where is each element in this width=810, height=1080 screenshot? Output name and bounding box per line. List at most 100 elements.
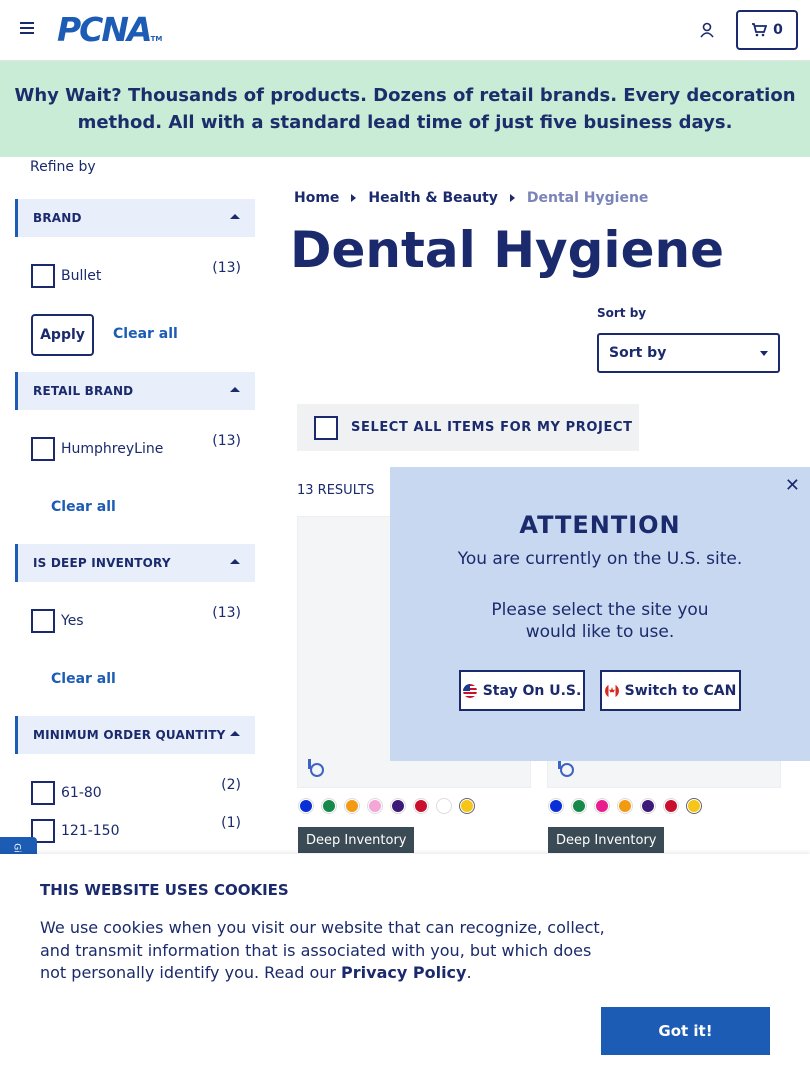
color-swatch[interactable] — [391, 799, 405, 813]
checkbox[interactable] — [31, 264, 55, 288]
menu-icon[interactable] — [20, 22, 36, 38]
color-swatch[interactable] — [345, 799, 359, 813]
stay-label: Stay On U.S. — [482, 682, 582, 699]
promo-text: Why Wait? Thousands of products. Dozens … — [14, 82, 796, 136]
facet-title: IS DEEP INVENTORY — [33, 556, 171, 570]
option-count: (13) — [212, 260, 241, 276]
option-count: (1) — [221, 815, 241, 831]
breadcrumb-current: Dental Hygiene — [526, 190, 649, 206]
breadcrumb-health-beauty[interactable]: Health & Beauty — [368, 190, 497, 206]
modal-title: ATTENTION — [519, 511, 681, 539]
pcna-logo[interactable]: PCNATM — [57, 13, 162, 55]
canada-flag-icon — [604, 683, 619, 698]
checkbox[interactable] — [31, 781, 55, 805]
cart-button[interactable]: 0 — [736, 10, 798, 50]
clear-all-link[interactable]: Clear all — [51, 671, 116, 687]
switch-to-can-button[interactable]: Switch to CAN — [600, 670, 741, 711]
chevron-right-icon — [351, 194, 357, 202]
facet-title: RETAIL BRAND — [33, 384, 134, 398]
switch-label: Switch to CAN — [624, 682, 737, 699]
cookie-banner: THIS WEBSITE USES COOKIES We use cookies… — [0, 854, 810, 1080]
sort-value: Sort by — [609, 345, 667, 361]
cookie-body: We use cookies when you visit our websit… — [40, 918, 605, 982]
option-label: HumphreyLine — [61, 441, 164, 457]
checkbox[interactable] — [31, 437, 55, 461]
clear-all-link[interactable]: Clear all — [51, 499, 116, 515]
promo-banner: Why Wait? Thousands of products. Dozens … — [0, 61, 810, 157]
select-all-items[interactable]: SELECT ALL ITEMS FOR MY PROJECT — [297, 404, 639, 451]
color-swatch[interactable] — [595, 799, 609, 813]
facet-option-humphreyline[interactable]: HumphreyLine (13) — [31, 433, 241, 461]
cookie-title: THIS WEBSITE USES COOKIES — [40, 881, 289, 899]
option-label: Yes — [61, 613, 84, 629]
cookie-period: . — [466, 963, 472, 982]
facet-option-121-150[interactable]: 121-150 (1) — [31, 815, 241, 843]
privacy-policy-link[interactable]: Privacy Policy — [341, 963, 466, 982]
facet-retail-brand-header[interactable]: RETAIL BRAND — [15, 372, 255, 410]
color-swatch[interactable] — [437, 799, 451, 813]
color-swatches — [299, 799, 474, 813]
modal-prompt: Please select the site you would like to… — [390, 599, 810, 643]
facet-option-bullet[interactable]: Bullet (13) — [31, 260, 241, 288]
stay-on-us-button[interactable]: Stay On U.S. — [459, 670, 585, 711]
color-swatch[interactable] — [641, 799, 655, 813]
modal-message: You are currently on the U.S. site. — [457, 549, 743, 569]
option-count: (13) — [212, 605, 241, 621]
option-count: (13) — [212, 433, 241, 449]
breadcrumb-home[interactable]: Home — [294, 190, 339, 206]
color-swatches — [549, 799, 701, 813]
sort-dropdown[interactable]: Sort by — [597, 333, 780, 373]
modal-prompt-line2: would like to use. — [525, 622, 675, 642]
color-swatch[interactable] — [368, 799, 382, 813]
facet-brand-header[interactable]: BRAND — [15, 199, 255, 237]
facet-deep-inventory-header[interactable]: IS DEEP INVENTORY — [15, 544, 255, 582]
facet-option-yes[interactable]: Yes (13) — [31, 605, 241, 633]
facet-option-61-80[interactable]: 61-80 (2) — [31, 777, 241, 805]
option-count: (2) — [221, 777, 241, 793]
checkbox[interactable] — [31, 609, 55, 633]
modal-prompt-line1: Please select the site you — [491, 600, 709, 620]
option-label: 61-80 — [61, 785, 102, 801]
sort-label: Sort by — [597, 306, 647, 320]
site-select-modal: ✕ ATTENTION You are currently on the U.S… — [390, 467, 810, 761]
site-header: PCNATM 0 — [0, 0, 810, 61]
select-all-checkbox[interactable] — [314, 415, 338, 440]
facet-title: BRAND — [33, 211, 82, 225]
cart-count: 0 — [773, 22, 783, 38]
color-swatch[interactable] — [460, 799, 474, 813]
got-it-button[interactable]: Got it! — [601, 1007, 770, 1055]
brand-b-icon — [558, 759, 574, 777]
color-swatch[interactable] — [664, 799, 678, 813]
side-tab-label: Gi — [11, 843, 22, 853]
clear-all-link[interactable]: Clear all — [113, 326, 178, 342]
color-swatch[interactable] — [414, 799, 428, 813]
facet-title: MINIMUM ORDER QUANTITY — [33, 728, 226, 742]
cookie-text: We use cookies when you visit our websit… — [40, 917, 620, 985]
color-swatch[interactable] — [322, 799, 336, 813]
color-swatch[interactable] — [687, 799, 701, 813]
breadcrumb: Home Health & Beauty Dental Hygiene — [294, 190, 648, 206]
facet-moq-header[interactable]: MINIMUM ORDER QUANTITY — [15, 716, 255, 754]
chevron-up-icon — [230, 214, 240, 219]
apply-button[interactable]: Apply — [31, 314, 94, 356]
chevron-up-icon — [230, 387, 240, 392]
option-label: Bullet — [61, 268, 102, 284]
promo-lead: Why Wait? — [14, 85, 122, 106]
close-icon[interactable]: ✕ — [785, 475, 800, 496]
deep-inventory-badge: Deep Inventory — [548, 827, 665, 853]
page-title: Dental Hygiene — [290, 221, 724, 279]
color-swatch[interactable] — [572, 799, 586, 813]
color-swatch[interactable] — [618, 799, 632, 813]
chevron-up-icon — [230, 559, 240, 564]
color-swatch[interactable] — [299, 799, 313, 813]
account-icon[interactable] — [698, 21, 716, 39]
chevron-up-icon — [230, 731, 240, 736]
chevron-right-icon — [509, 194, 515, 202]
cart-icon — [752, 23, 768, 37]
chevron-down-icon — [760, 351, 768, 356]
refine-label: Refine by — [30, 159, 96, 175]
color-swatch[interactable] — [549, 799, 563, 813]
select-all-label: SELECT ALL ITEMS FOR MY PROJECT — [351, 420, 633, 435]
option-label: 121-150 — [61, 823, 120, 839]
promo-body: Thousands of products. Dozens of retail … — [77, 85, 796, 133]
